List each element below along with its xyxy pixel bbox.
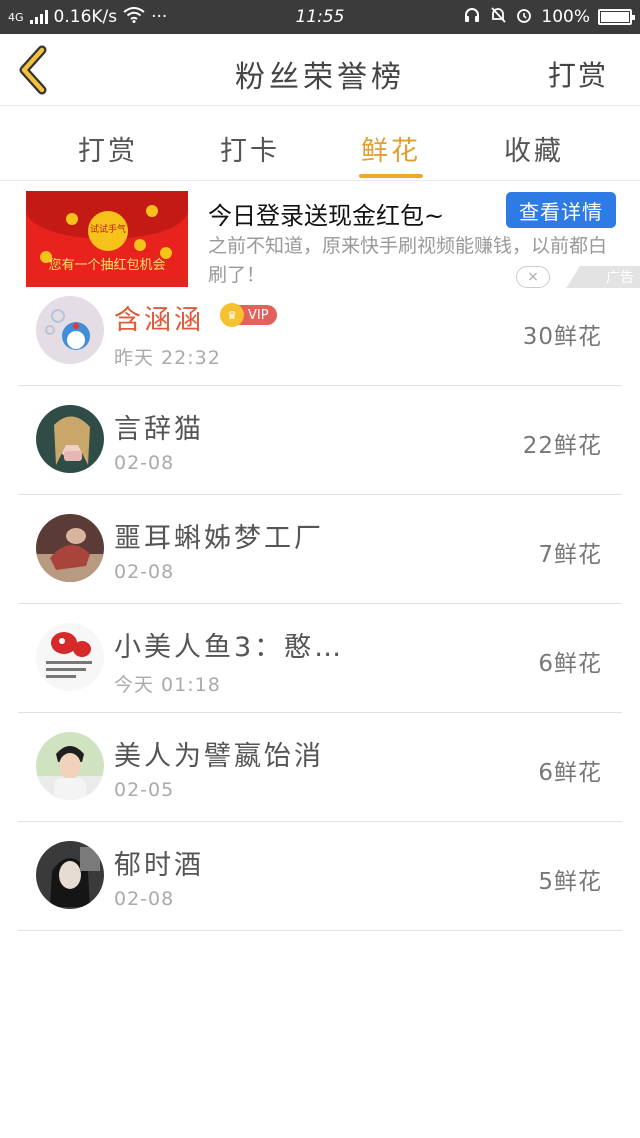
clock: 11:55 xyxy=(295,7,345,27)
wifi-icon xyxy=(123,6,145,28)
fan-date: 02-08 xyxy=(114,888,175,910)
list-item[interactable]: 美人为譬嬴饴消 02-05 6鲜花 xyxy=(18,713,622,822)
avatar xyxy=(36,732,104,800)
tab-flowers[interactable]: 鲜花 xyxy=(361,129,421,168)
avatar xyxy=(36,841,104,909)
status-left: 4G 0.16K/s ··· xyxy=(0,6,260,28)
vip-badge: ♛ VIP xyxy=(220,303,277,327)
page-title: 粉丝荣誉榜 xyxy=(235,60,405,95)
flower-count: 6鲜花 xyxy=(538,760,602,786)
coin-icon xyxy=(66,213,78,225)
avatar xyxy=(36,296,104,364)
ad-banner[interactable]: 试试手气 您有一个抽红包机会 今日登录送现金红包~ 查看详情 之前不知道，原来快… xyxy=(0,182,640,288)
flower-count: 5鲜花 xyxy=(538,869,602,895)
tab-active-indicator xyxy=(359,174,423,178)
fan-name: 美人为譬嬴饴消 xyxy=(114,741,324,772)
network-speed: 0.16K/s xyxy=(53,7,118,27)
coin-icon xyxy=(146,205,158,217)
fan-date: 今天 01:18 xyxy=(114,674,221,696)
fan-name: 含涵涵 xyxy=(114,305,204,336)
mute-bell-icon xyxy=(489,6,507,29)
flower-count: 30鲜花 xyxy=(522,324,602,350)
nav-bar: 粉丝荣誉榜 打赏 xyxy=(0,34,640,106)
fan-list: 含涵涵 ♛ VIP 昨天 22:32 30鲜花 言辞猫 02-08 22鲜花 噩… xyxy=(18,277,622,931)
ad-cta-button[interactable]: 查看详情 xyxy=(506,192,616,228)
alarm-icon xyxy=(515,6,533,29)
fan-date: 02-08 xyxy=(114,561,175,583)
signal-icon xyxy=(29,10,48,24)
flower-count: 22鲜花 xyxy=(522,433,602,459)
ad-title: 今日登录送现金红包~ xyxy=(208,202,445,230)
list-item[interactable]: 小美人鱼3：憨… 今天 01:18 6鲜花 xyxy=(18,604,622,713)
network-type: 4G xyxy=(8,10,24,24)
ad-image-caption: 您有一个抽红包机会 xyxy=(48,258,166,273)
fan-name: 言辞猫 xyxy=(114,414,204,445)
ad-seal: 试试手气 xyxy=(88,211,128,251)
ad-image[interactable]: 试试手气 您有一个抽红包机会 xyxy=(26,191,188,287)
tab-reward[interactable]: 打赏 xyxy=(78,129,138,168)
list-item[interactable]: 言辞猫 02-08 22鲜花 xyxy=(18,386,622,495)
list-item[interactable]: 郁时酒 02-08 5鲜花 xyxy=(18,822,622,931)
flower-count: 6鲜花 xyxy=(538,651,602,677)
avatar xyxy=(36,405,104,473)
avatar xyxy=(36,514,104,582)
coin-icon xyxy=(134,239,146,251)
avatar xyxy=(36,623,104,691)
fan-name: 小美人鱼3：憨… xyxy=(114,632,345,663)
tab-checkin[interactable]: 打卡 xyxy=(220,129,280,168)
list-item[interactable]: 含涵涵 ♛ VIP 昨天 22:32 30鲜花 xyxy=(18,277,622,386)
fan-name: 噩耳蝌姊梦工厂 xyxy=(114,523,324,554)
battery-percent: 100% xyxy=(541,7,590,27)
reward-button[interactable]: 打赏 xyxy=(548,54,608,94)
fan-date: 02-05 xyxy=(114,779,175,801)
tab-bar: 打赏 打卡 鲜花 收藏 xyxy=(0,107,640,181)
more-notifications-icon: ··· xyxy=(151,7,168,27)
fan-date: 昨天 22:32 xyxy=(114,347,221,369)
tab-favorites[interactable]: 收藏 xyxy=(504,129,564,168)
battery-icon xyxy=(598,9,635,25)
flower-count: 7鲜花 xyxy=(538,542,602,568)
status-bar: 4G 0.16K/s ··· 11:55 100% xyxy=(0,0,640,34)
fan-name: 郁时酒 xyxy=(114,850,204,881)
fan-date: 02-08 xyxy=(114,452,175,474)
list-item[interactable]: 噩耳蝌姊梦工厂 02-08 7鲜花 xyxy=(18,495,622,604)
status-right: 100% xyxy=(380,6,640,29)
crown-icon: ♛ xyxy=(220,303,244,327)
headset-icon xyxy=(463,6,481,29)
